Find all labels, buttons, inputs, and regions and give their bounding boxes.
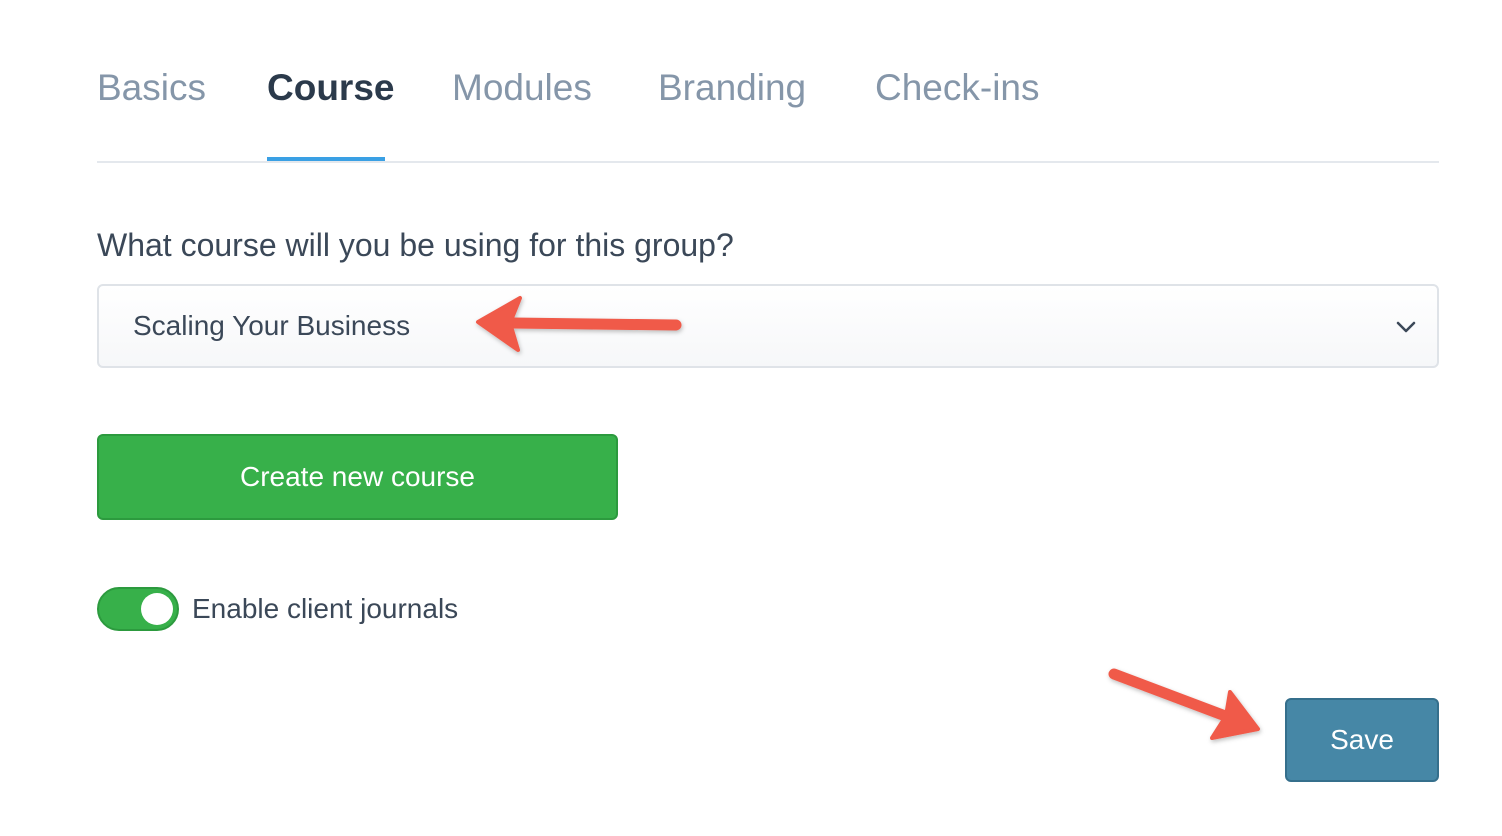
client-journals-label: Enable client journals (192, 593, 459, 624)
active-tab-indicator (267, 157, 385, 161)
tab-branding[interactable]: Branding (658, 66, 806, 110)
create-new-course-button[interactable]: Create new course (97, 434, 618, 520)
tab-check-ins[interactable]: Check-ins (875, 66, 1040, 110)
tab-modules[interactable]: Modules (452, 66, 592, 110)
save-button[interactable]: Save (1285, 698, 1439, 782)
course-question-label: What course will you be using for this g… (97, 227, 734, 263)
selected-course-value: Scaling Your Business (133, 310, 411, 341)
tab-bar: Basics Course Modules Branding Check-ins (97, 0, 1439, 163)
toggle-knob (141, 593, 173, 625)
tab-basics[interactable]: Basics (97, 66, 206, 110)
chevron-down-icon (1396, 321, 1416, 333)
course-select[interactable]: Scaling Your Business (97, 284, 1439, 368)
tab-course[interactable]: Course (267, 66, 394, 110)
arrow-to-save-button (1108, 668, 1260, 740)
client-journals-toggle[interactable] (97, 587, 179, 631)
